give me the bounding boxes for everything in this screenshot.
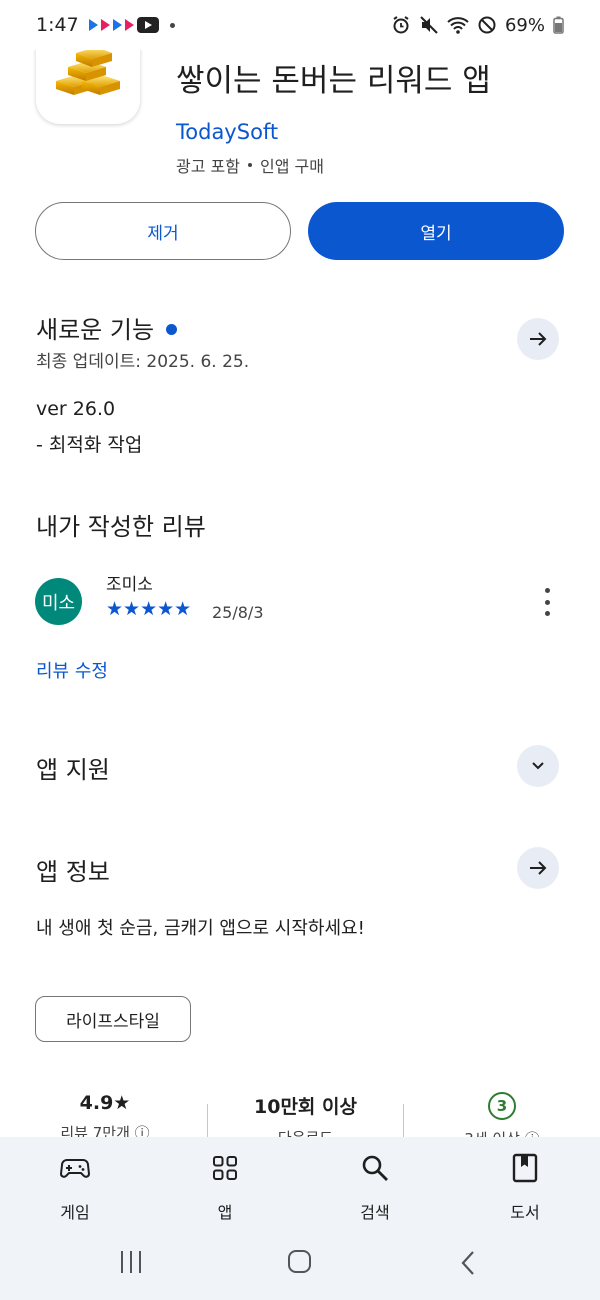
nav-item-games[interactable]: 게임 [35,1151,115,1223]
more-notifications-icon [169,22,175,28]
home-button[interactable] [288,1250,311,1273]
do-not-disturb-icon [478,16,496,34]
apps-grid-icon [213,1156,237,1180]
nav-item-books[interactable]: 도서 [485,1151,565,1223]
app-description: 내 생애 첫 순금, 금캐기 앱으로 시작하세요! [36,918,365,939]
nav-label: 앱 [217,1203,233,1222]
notification-icons [88,17,175,33]
release-notes: - 최적화 작업 [36,434,143,456]
back-button[interactable] [460,1250,476,1280]
reviewer-name: 조미소 [106,575,153,595]
downloads-value: 10만회 이상 [254,1096,357,1118]
version-text: ver 26.0 [36,398,116,420]
nav-label: 검색 [360,1203,390,1222]
nav-label: 도서 [510,1203,540,1222]
play-icon [88,19,98,31]
arrow-right-icon [530,332,547,346]
app-meta: 광고 포함 인앱 구매 [176,153,324,177]
book-icon [512,1153,538,1183]
star-rating: ★★★★★ [106,598,192,620]
whats-new-title: 새로운 기능 [36,310,178,345]
play-icon [100,19,110,31]
app-support-expand-button[interactable] [517,745,559,787]
review-date: 25/8/3 [212,603,264,622]
play-icon [112,19,122,31]
developer-link[interactable]: TodaySoft [176,120,278,144]
youtube-icon [136,17,159,33]
category-chip[interactable]: 라이프스타일 [35,996,191,1042]
arrow-right-icon [530,861,547,875]
contains-ads-label: 광고 포함 [176,157,240,176]
app-info-arrow-button[interactable] [517,847,559,889]
back-chevron-icon [461,1251,474,1275]
my-review-title: 내가 작성한 리뷰 [36,513,206,541]
in-app-purchase-label: 인앱 구매 [259,157,324,176]
rating-value: 4.9★ [79,1092,131,1114]
nav-item-search[interactable]: 검색 [335,1151,415,1223]
avatar: 미소 [35,578,82,625]
mute-icon [420,16,438,34]
status-bar: 1:47 69% [0,0,600,50]
alarm-icon [393,16,409,34]
status-time: 1:47 [36,14,79,36]
bottom-navigation: 게임 앱 검색 도서 [0,1137,600,1300]
open-button[interactable]: 열기 [308,202,564,260]
app-support-title[interactable]: 앱 지원 [36,750,110,785]
system-navigation [0,1249,600,1289]
chevron-down-icon [532,762,544,770]
app-info-title: 앱 정보 [36,858,110,886]
nav-label: 게임 [60,1203,90,1222]
battery-icon [553,16,564,34]
wifi-icon [447,17,469,34]
play-icon [124,19,134,31]
gamepad-icon [60,1159,90,1178]
age-rating-badge: 3 [488,1092,516,1120]
last-updated: 최종 업데이트: 2025. 6. 25. [36,352,250,372]
edit-review-link[interactable]: 리뷰 수정 [36,657,108,683]
battery-percent: 69% [504,14,545,36]
rating-stat: 4.9★ 리뷰 7만개 ⓘ [40,1092,170,1143]
whats-new-arrow-button[interactable] [517,318,559,360]
separator-dot [247,163,252,167]
new-indicator-dot [166,323,178,335]
more-options-icon[interactable] [540,588,554,616]
recent-apps-button[interactable] [121,1251,141,1273]
nav-item-apps[interactable]: 앱 [185,1151,265,1223]
uninstall-button[interactable]: 제거 [35,202,291,260]
search-icon [362,1155,388,1181]
